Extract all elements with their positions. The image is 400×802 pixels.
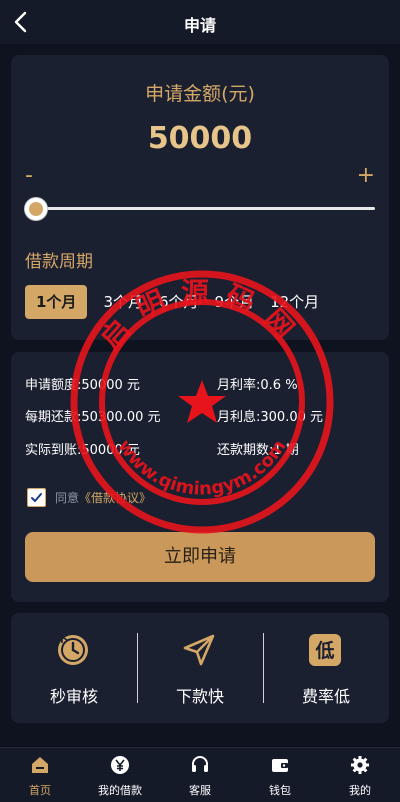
monthly-interest-row: 月利息:300.00 元 — [217, 406, 323, 425]
feature-label: 秒审核 — [49, 687, 98, 706]
nav-label: 首页 — [29, 784, 51, 797]
installment-value: 50300.00 元 — [81, 410, 161, 425]
nav-item-support[interactable]: 客服 — [160, 748, 240, 802]
installment-row: 每期还款:50300.00 元 — [25, 406, 161, 425]
page-title: 申请 — [183, 16, 216, 35]
period-option[interactable]: 6个月 — [159, 285, 199, 319]
feature-label: 下款快 — [175, 687, 224, 706]
period-option[interactable]: 3个月 — [103, 285, 143, 319]
low-rate-icon-text: 低 — [314, 639, 334, 662]
period-option[interactable]: 12个月 — [270, 285, 319, 319]
feature-fast-payout: 下款快 — [137, 613, 263, 723]
app-header: 申请 — [0, 0, 400, 44]
installment-label: 每期还款: — [25, 410, 82, 425]
feature-fast-review: 秒审核 — [11, 613, 137, 723]
nav-item-home[interactable]: 首页 — [0, 748, 80, 802]
feature-low-rate: 低 费率低 — [263, 613, 389, 723]
monthly-rate-row: 月利率:0.6 % — [217, 374, 298, 393]
terms-label: 还款期数: — [217, 443, 274, 458]
period-label: 借款周期 — [25, 252, 93, 272]
received-label: 实际到账: — [25, 443, 82, 458]
amount-value: 50000 — [147, 121, 253, 156]
agreement-prefix: 同意 — [55, 491, 80, 505]
received-row: 实际到账:50000 元 — [25, 439, 140, 458]
low-rate-icon: 低 — [309, 634, 341, 666]
amount-slider-thumb[interactable] — [25, 198, 47, 220]
agreement-link[interactable]: 《借款协议》 — [79, 491, 151, 505]
terms-value: 1 期 — [273, 443, 299, 458]
features-card: 秒审核 下款快 低 费率低 — [11, 613, 389, 723]
nav-label: 我的 — [349, 784, 371, 797]
monthly-rate-label: 月利率: — [217, 378, 261, 393]
nav-item-my-loans[interactable]: 我的借款 — [80, 748, 160, 802]
amount-slider-track[interactable] — [27, 207, 375, 210]
period-option[interactable]: 1个月 — [25, 285, 88, 319]
terms-row: 还款期数:1 期 — [217, 439, 299, 458]
loan-amount-card: 申请金额(元) 50000 - + 借款周期 1个月 3个月 6个月 9个月 12个月 — [11, 55, 389, 340]
nav-label: 客服 — [189, 784, 211, 797]
nav-item-profile[interactable]: 我的 — [320, 748, 400, 802]
wallet-icon — [272, 759, 288, 772]
loan-summary-card: 申请额度:50000 元 月利率:0.6 % 每期还款:50300.00 元 月… — [11, 352, 389, 602]
yen-icon — [111, 756, 129, 774]
agreement-checkbox[interactable] — [27, 488, 46, 507]
monthly-interest-value: 300.00 元 — [260, 410, 324, 425]
nav-item-wallet[interactable]: 钱包 — [240, 748, 320, 802]
bottom-nav: 首页 我的借款 客服 钱包 我的 — [0, 747, 400, 802]
agreement-text: 同意《借款协议》 — [55, 489, 151, 506]
monthly-rate-value: 0.6 % — [260, 378, 298, 393]
received-value: 50000 元 — [81, 443, 140, 458]
checkmark-icon — [31, 493, 42, 502]
feature-label: 费率低 — [301, 687, 350, 706]
quota-label: 申请额度: — [25, 378, 82, 393]
decrease-button[interactable]: - — [25, 163, 33, 188]
amount-label: 申请金额(元) — [145, 83, 255, 105]
monthly-interest-label: 月利息: — [217, 410, 261, 425]
period-options: 1个月 3个月 6个月 9个月 12个月 — [25, 285, 335, 319]
apply-button[interactable]: 立即申请 — [25, 532, 375, 582]
clock-icon — [58, 635, 88, 665]
headset-icon — [192, 756, 208, 772]
slider-thumb-center — [29, 202, 43, 216]
agreement-row: 同意《借款协议》 — [27, 488, 151, 507]
quota-row: 申请额度:50000 元 — [25, 374, 140, 393]
period-option[interactable]: 9个月 — [215, 285, 255, 319]
increase-button[interactable]: + — [357, 163, 375, 188]
nav-label: 我的借款 — [98, 784, 142, 797]
home-icon — [32, 757, 48, 773]
quota-value: 50000 元 — [81, 378, 140, 393]
send-icon — [183, 634, 215, 666]
nav-label: 钱包 — [269, 784, 291, 797]
gear-icon — [351, 756, 369, 774]
